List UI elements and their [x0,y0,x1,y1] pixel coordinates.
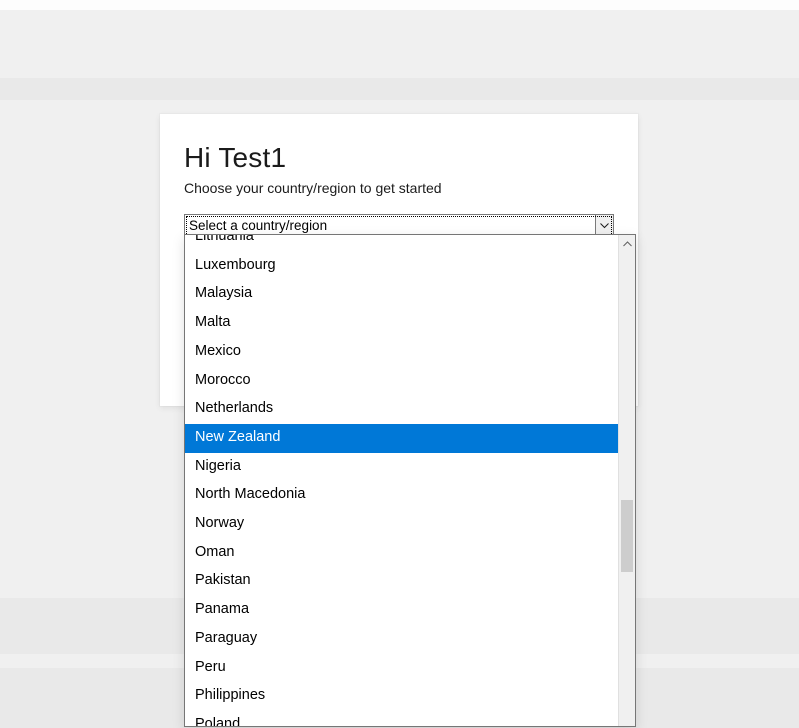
dropdown-option[interactable]: Poland [185,711,618,727]
scrollbar[interactable] [618,235,635,727]
dropdown-option[interactable]: Morocco [185,367,618,396]
scroll-up-button[interactable] [619,235,635,252]
dropdown-option[interactable]: Nigeria [185,453,618,482]
dropdown-option[interactable]: Peru [185,654,618,683]
dropdown-option[interactable]: Malta [185,309,618,338]
page-subtitle: Choose your country/region to get starte… [184,180,614,196]
dropdown-list[interactable]: LithuaniaLuxembourgMalaysiaMaltaMexicoMo… [185,235,618,727]
country-region-dropdown[interactable]: LithuaniaLuxembourgMalaysiaMaltaMexicoMo… [184,234,636,727]
dropdown-option[interactable]: Netherlands [185,395,618,424]
dropdown-option[interactable]: Philippines [185,682,618,711]
dropdown-option[interactable]: Oman [185,539,618,568]
dropdown-option[interactable]: Mexico [185,338,618,367]
dropdown-option[interactable]: Panama [185,596,618,625]
dropdown-option[interactable]: Paraguay [185,625,618,654]
page-title: Hi Test1 [184,142,614,174]
dropdown-option[interactable]: Norway [185,510,618,539]
window-top-strip [0,0,799,10]
scroll-down-button[interactable] [619,723,635,727]
dropdown-option[interactable]: North Macedonia [185,481,618,510]
scroll-track[interactable] [619,252,635,723]
scroll-thumb[interactable] [621,500,633,572]
background-band [0,78,799,100]
dropdown-option[interactable]: New Zealand [185,424,618,453]
dropdown-option[interactable]: Luxembourg [185,252,618,281]
dropdown-option[interactable]: Pakistan [185,567,618,596]
dropdown-option[interactable]: Lithuania [185,235,618,252]
dropdown-option[interactable]: Malaysia [185,280,618,309]
